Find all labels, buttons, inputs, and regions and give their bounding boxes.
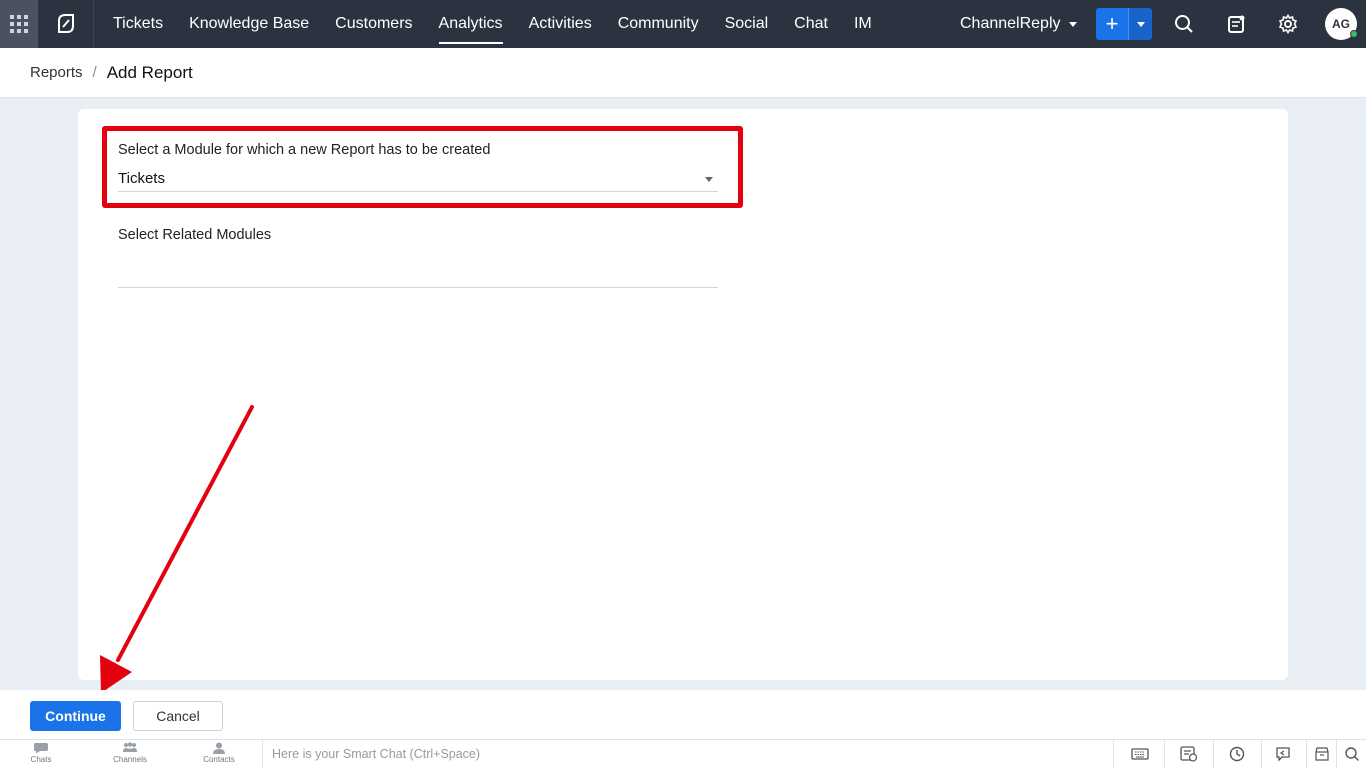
department-switcher[interactable]: ChannelReply (960, 0, 1077, 48)
task-list-icon[interactable] (1179, 744, 1199, 764)
chat-tab-label: Chats (30, 755, 52, 764)
gear-icon[interactable] (1276, 12, 1300, 36)
continue-button[interactable]: Continue (30, 701, 121, 731)
add-button[interactable]: + (1096, 8, 1128, 40)
breadcrumb-separator: / (92, 64, 97, 81)
breadcrumb: Reports / Add Report (0, 48, 1366, 98)
module-select-underline (118, 191, 718, 192)
breadcrumb-reports-link[interactable]: Reports (30, 64, 83, 81)
chat-tab-channels[interactable]: Channels (100, 742, 160, 768)
smart-chat-bar: Chats Channels Contacts (0, 739, 1366, 768)
nav-community[interactable]: Community (605, 0, 712, 48)
module-select-label: Select a Module for which a new Report h… (118, 142, 491, 158)
avatar[interactable]: AG (1325, 8, 1358, 40)
chat-tab-chats[interactable]: Chats (11, 742, 71, 768)
clock-icon[interactable] (1227, 744, 1247, 764)
cancel-button[interactable]: Cancel (133, 701, 223, 731)
related-modules-label: Select Related Modules (118, 227, 272, 243)
archive-icon[interactable] (1312, 744, 1332, 764)
nav-knowledge-base[interactable]: Knowledge Base (176, 0, 322, 48)
chatbar-divider (1306, 740, 1307, 768)
add-dropdown-button[interactable] (1128, 8, 1152, 40)
chevron-down-icon (705, 177, 713, 182)
desk-logo-icon[interactable] (38, 0, 94, 48)
online-status-dot (1350, 30, 1358, 38)
apps-grid-icon (10, 15, 28, 33)
chevron-down-icon (1136, 21, 1145, 27)
main-nav: Tickets Knowledge Base Customers Analyti… (100, 0, 885, 48)
notes-icon[interactable] (1224, 12, 1248, 36)
nav-chat[interactable]: Chat (781, 0, 841, 48)
chatbar-divider (1261, 740, 1262, 768)
chat-tab-contacts[interactable]: Contacts (189, 742, 249, 768)
nav-customers[interactable]: Customers (322, 0, 425, 48)
chatbar-divider (1164, 740, 1165, 768)
reply-chat-icon[interactable] (1273, 744, 1293, 764)
chatbar-divider (1336, 740, 1337, 768)
related-modules-underline (118, 287, 718, 288)
form-actions-bar: Continue Cancel (0, 690, 1366, 739)
module-select-value: Tickets (118, 170, 165, 187)
nav-social[interactable]: Social (712, 0, 782, 48)
chatbar-divider (1213, 740, 1214, 768)
module-select[interactable]: Tickets (118, 166, 718, 192)
smart-chat-input-wrap (262, 740, 1114, 768)
avatar-initials: AG (1332, 17, 1350, 31)
department-name: ChannelReply (960, 15, 1061, 32)
plus-icon: + (1105, 11, 1119, 36)
related-modules-select[interactable] (118, 252, 718, 288)
chevron-down-icon (1068, 21, 1077, 27)
search-icon[interactable] (1172, 12, 1196, 36)
apps-grid-button[interactable] (0, 0, 38, 48)
nav-tickets[interactable]: Tickets (100, 0, 176, 48)
chat-bubble-icon (34, 743, 48, 754)
chat-tab-label: Contacts (203, 755, 235, 764)
page-title: Add Report (106, 62, 193, 82)
nav-analytics[interactable]: Analytics (426, 0, 516, 48)
top-navigation-bar: Tickets Knowledge Base Customers Analyti… (0, 0, 1366, 48)
nav-activities[interactable]: Activities (516, 0, 605, 48)
nav-im[interactable]: IM (841, 0, 885, 48)
search-icon[interactable] (1342, 744, 1362, 764)
smart-chat-input[interactable] (263, 740, 1113, 768)
chat-tab-label: Channels (113, 755, 147, 764)
channels-icon (123, 742, 137, 752)
keyboard-icon[interactable] (1130, 744, 1150, 764)
add-button-group: + (1096, 8, 1152, 40)
contact-icon (213, 742, 225, 754)
